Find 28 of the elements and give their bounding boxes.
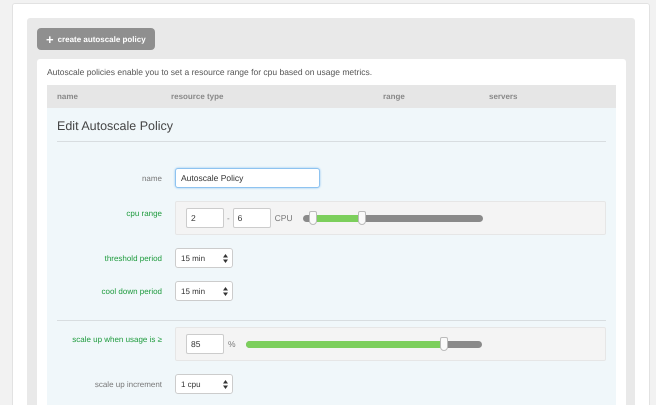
updown-icon (223, 380, 228, 388)
field-label: scale up when usage is ≥ (71, 335, 162, 344)
column-header: resource type (171, 92, 224, 101)
period-select[interactable]: 15 min (175, 248, 233, 268)
field-label: scale up increment (94, 380, 162, 388)
slider-thumb[interactable] (440, 336, 448, 350)
slider-thumb[interactable] (309, 210, 318, 224)
max-field[interactable]: 6 (232, 208, 271, 228)
description-text: Autoscale policies enable you to set a resource range for cpu based on usage metrics. (47, 67, 374, 77)
edit-title: Edit Autoscale Policy (57, 108, 606, 142)
field-label: name (140, 174, 162, 182)
field-label: threshold period (104, 254, 162, 262)
column-header: name (57, 92, 79, 101)
slider-thumb[interactable] (358, 210, 366, 224)
field-label: cool down period (100, 286, 162, 296)
period-select[interactable]: 1 cpu (175, 374, 233, 394)
updown-icon (223, 254, 228, 262)
updown-icon (223, 286, 228, 296)
column-header: range (383, 92, 406, 101)
min-field[interactable]: 2 (186, 208, 224, 228)
usage-field[interactable]: 85 (186, 334, 224, 354)
unit-text: CPU (274, 213, 293, 223)
field-label: cpu range (125, 209, 162, 218)
column-header: servers (489, 92, 518, 101)
name-field[interactable]: Autoscale Policy (175, 168, 320, 188)
dash-text: - (227, 214, 230, 222)
unit-text: % (228, 339, 236, 349)
period-select[interactable]: 15 min (175, 281, 233, 301)
